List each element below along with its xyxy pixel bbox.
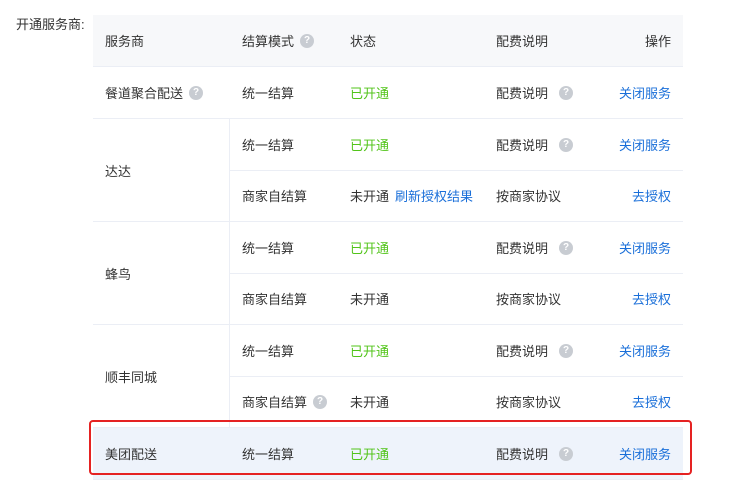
provider-name: 蜂鸟: [93, 222, 230, 324]
status-inactive: 未开通: [350, 189, 390, 204]
fee-agreement: 按商家协议: [496, 395, 562, 410]
table-row: 统一结算 已开通 配费说明 ? 关闭服务: [230, 222, 683, 274]
table-row: 商家自结算 未开通 按商家协议 去授权: [230, 273, 683, 324]
help-icon[interactable]: ?: [559, 343, 574, 358]
settlement-mode: 统一结算: [242, 86, 295, 101]
fee-cell: 配费说明 ?: [496, 428, 574, 479]
field-label: 开通服务商:: [16, 17, 85, 32]
provider-cell: 餐道聚合配送 ?: [105, 67, 204, 118]
table-header: 服务商 结算模式 ? 状态 配费说明 操作: [93, 15, 683, 67]
header-op: 操作: [644, 34, 671, 49]
status-active: 已开通: [350, 138, 390, 153]
provider-name: 餐道聚合配送: [105, 86, 184, 101]
refresh-authorization-link[interactable]: 刷新授权结果: [395, 186, 473, 205]
fee-description: 配费说明: [496, 344, 549, 359]
settlement-mode: 统一结算: [242, 241, 295, 256]
help-icon[interactable]: ?: [300, 33, 315, 48]
header-provider: 服务商: [105, 34, 145, 49]
authorize-link[interactable]: 去授权: [632, 273, 671, 324]
table-row: 统一结算 已开通 配费说明 ? 关闭服务: [230, 325, 683, 377]
authorize-link[interactable]: 去授权: [632, 170, 671, 221]
settlement-mode: 商家自结算: [242, 189, 308, 204]
fee-description: 配费说明: [496, 86, 549, 101]
provider-group-shunfeng: 顺丰同城 统一结算 已开通 配费说明 ? 关闭服务 商家自结算 ? 未开通 按商…: [93, 325, 683, 428]
authorize-link[interactable]: 去授权: [632, 376, 671, 427]
status-active: 已开通: [350, 447, 390, 462]
table-row: 统一结算 已开通 配费说明 ? 关闭服务: [230, 119, 683, 171]
settlement-mode: 统一结算: [242, 138, 295, 153]
settlement-mode-cell: 商家自结算 ?: [242, 376, 328, 427]
table-row: 商家自结算 未开通 刷新授权结果 按商家协议 去授权: [230, 170, 683, 221]
status-inactive: 未开通: [350, 292, 390, 307]
settlement-mode: 统一结算: [242, 447, 295, 462]
provider-name: 达达: [93, 119, 230, 221]
help-icon[interactable]: ?: [313, 394, 328, 409]
fee-description: 配费说明: [496, 447, 549, 462]
provider-table: 服务商 结算模式 ? 状态 配费说明 操作 餐道聚合配送 ? 统一结算 已开通 …: [93, 15, 683, 480]
fee-agreement: 按商家协议: [496, 292, 562, 307]
settlement-mode: 商家自结算: [242, 395, 308, 410]
help-icon[interactable]: ?: [559, 85, 574, 100]
settlement-mode: 统一结算: [242, 344, 295, 359]
status-active: 已开通: [350, 86, 390, 101]
close-service-link[interactable]: 关闭服务: [619, 428, 671, 479]
fee-description: 配费说明: [496, 241, 549, 256]
fee-agreement: 按商家协议: [496, 189, 562, 204]
close-service-link[interactable]: 关闭服务: [619, 119, 671, 170]
status-cell: 未开通 刷新授权结果: [350, 170, 473, 221]
provider-group-dada: 达达 统一结算 已开通 配费说明 ? 关闭服务 商家自结算 未开通 刷新授权结果…: [93, 119, 683, 222]
fee-cell: 配费说明 ?: [496, 119, 574, 170]
table-row-meituan: 美团配送 统一结算 已开通 配费说明 ? 关闭服务: [93, 428, 683, 480]
close-service-link[interactable]: 关闭服务: [619, 325, 671, 376]
help-icon[interactable]: ?: [559, 137, 574, 152]
header-mode-label: 结算模式: [242, 34, 295, 49]
fee-cell: 配费说明 ?: [496, 325, 574, 376]
close-service-link[interactable]: 关闭服务: [619, 222, 671, 273]
status-active: 已开通: [350, 241, 390, 256]
table-row: 餐道聚合配送 ? 统一结算 已开通 配费说明 ? 关闭服务: [93, 67, 683, 119]
table-row: 商家自结算 ? 未开通 按商家协议 去授权: [230, 376, 683, 427]
provider-name: 美团配送: [105, 447, 158, 462]
help-icon[interactable]: ?: [559, 240, 574, 255]
provider-group-fengniao: 蜂鸟 统一结算 已开通 配费说明 ? 关闭服务 商家自结算 未开通 按商家协议 …: [93, 222, 683, 325]
header-fee: 配费说明: [496, 34, 549, 49]
help-icon[interactable]: ?: [189, 85, 204, 100]
settlement-mode: 商家自结算: [242, 292, 308, 307]
header-mode: 结算模式 ?: [242, 15, 315, 66]
fee-cell: 配费说明 ?: [496, 222, 574, 273]
fee-cell: 配费说明 ?: [496, 67, 574, 118]
close-service-link[interactable]: 关闭服务: [619, 67, 671, 118]
help-icon[interactable]: ?: [559, 446, 574, 461]
status-inactive: 未开通: [350, 395, 390, 410]
provider-name: 顺丰同城: [93, 325, 230, 427]
fee-description: 配费说明: [496, 138, 549, 153]
status-active: 已开通: [350, 344, 390, 359]
header-status: 状态: [350, 34, 377, 49]
